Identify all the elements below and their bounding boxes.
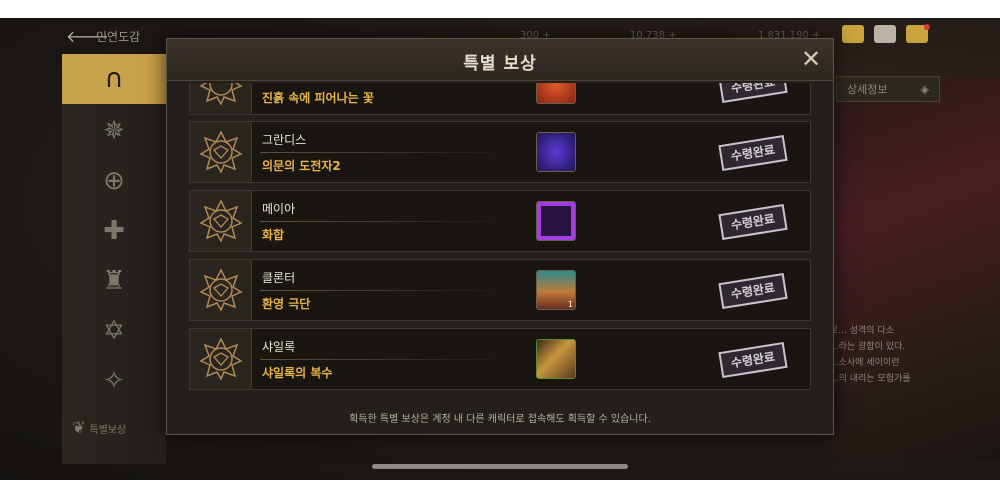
detail-tab-label: 상세정보 — [847, 83, 888, 96]
modal-header: 특별 보상 ✕ — [167, 39, 833, 81]
page-title: 인연도감 — [96, 30, 141, 44]
reward-name: 샤일록 — [262, 340, 296, 354]
home-indicator[interactable] — [372, 464, 628, 469]
reward-title: 환영 극단 — [262, 297, 311, 311]
reward-row: 진흙 속에 피어나는 꽃 수령완료 — [189, 83, 811, 115]
emblem-icon — [190, 191, 252, 251]
reward-name: 클론터 — [262, 271, 296, 285]
item-count-badge: 1 — [567, 300, 573, 309]
emblem-icon — [190, 83, 252, 114]
sidebar-item-category-4[interactable]: ✚ — [62, 206, 166, 256]
description-line: 로... 성격의 다소 — [830, 326, 894, 336]
emblem-icon — [190, 122, 252, 182]
claimed-stamp: 수령완료 — [718, 272, 788, 310]
sidebar-item-category-5[interactable]: ♜ — [62, 256, 166, 306]
modal-title: 특별 보상 — [463, 54, 537, 74]
sidebar-item-category-3[interactable]: ⊕ — [62, 156, 166, 206]
sidebar-item-label: 특별보상 — [89, 425, 127, 436]
reward-title: 의문의 도전자2 — [262, 159, 341, 173]
compass-icon: ✧ — [103, 366, 125, 396]
footer-note: 획득한 특별 보상은 계정 내 다른 캐릭터로 접속해도 획득할 수 있습니다. — [349, 414, 651, 425]
emblem-icon — [190, 260, 252, 320]
reward-row: 샤일록 샤일록의 복수 수령완료 — [189, 328, 811, 390]
purple-crystal-icon — [536, 132, 576, 172]
golden-spear-icon — [536, 339, 576, 379]
notification-dot — [924, 24, 930, 30]
special-reward-modal: 특별 보상 ✕ 진흙 속에 피어나는 꽃 수령완료 그란디스 의문의 도전자2 … — [166, 38, 834, 435]
sidebar-item-category-1[interactable]: ∩ — [62, 54, 166, 104]
reward-name: 메이아 — [262, 202, 296, 216]
castle-icon: ♜ — [102, 266, 126, 296]
game-screen: 🡐 인연도감 300 + 10,738 + 1,831,190 + ∩ ✵ ⊕ … — [0, 18, 1000, 480]
reward-title: 화합 — [262, 228, 285, 242]
divider — [260, 152, 510, 153]
divider — [260, 290, 510, 291]
wing-icon: ✵ — [103, 116, 125, 146]
bag-icon[interactable] — [842, 25, 864, 43]
mail-icon[interactable] — [874, 25, 896, 43]
reward-name: 그란디스 — [262, 133, 307, 147]
sidebar: ∩ ✵ ⊕ ✚ ♜ ✡ ✧ — [62, 54, 166, 464]
divider — [260, 221, 510, 222]
purple-frame-icon — [536, 201, 576, 241]
description-line: ...의 내리는 모험가를 — [830, 374, 911, 384]
sidebar-item-category-7[interactable]: ✧ — [62, 356, 166, 406]
close-icon: ✕ — [800, 45, 822, 73]
arch-icon: ∩ — [104, 64, 124, 94]
reward-title: 샤일록의 복수 — [262, 366, 333, 380]
character-description: 로... 성격의 다소 ...라는 광합이 있다. ...소사에 세이이런 ..… — [830, 323, 940, 387]
star-icon: ✡ — [103, 316, 125, 346]
detail-tab[interactable]: 상세정보 ◈ — [836, 76, 940, 102]
red-flower-frame-icon — [536, 83, 576, 104]
claimed-stamp: 수령완료 — [718, 134, 788, 172]
divider — [260, 359, 510, 360]
cross-icon: ✚ — [103, 216, 125, 246]
emblem-icon — [190, 329, 252, 389]
character-art — [830, 78, 1000, 458]
reward-row: 메이아 화합 수령완료 — [189, 190, 811, 252]
diamond-icon: ◈ — [920, 82, 929, 96]
sidebar-item-category-6[interactable]: ✡ — [62, 306, 166, 356]
claimed-stamp: 수령완료 — [718, 341, 788, 379]
reward-title: 진흙 속에 피어나는 꽃 — [262, 91, 374, 105]
reward-icon: ❦ — [72, 418, 86, 437]
close-button[interactable]: ✕ — [799, 47, 823, 71]
target-icon: ⊕ — [103, 166, 125, 196]
description-line: ...소사에 세이이런 — [830, 358, 900, 368]
claimed-stamp: 수령완료 — [718, 203, 788, 241]
description-line: ...라는 광합이 있다. — [830, 342, 906, 352]
reward-row: 그란디스 의문의 도전자2 수령완료 — [189, 121, 811, 183]
claimed-stamp: 수령완료 — [718, 83, 788, 104]
reward-list[interactable]: 진흙 속에 피어나는 꽃 수령완료 그란디스 의문의 도전자2 수령완료 메이아… — [189, 83, 811, 405]
clown-portrait-icon: 1 — [536, 270, 576, 310]
sidebar-item-special-reward[interactable]: ❦ 특별보상 — [72, 418, 126, 437]
sidebar-item-category-2[interactable]: ✵ — [62, 106, 166, 156]
reward-row: 클론터 환영 극단 1 수령완료 — [189, 259, 811, 321]
